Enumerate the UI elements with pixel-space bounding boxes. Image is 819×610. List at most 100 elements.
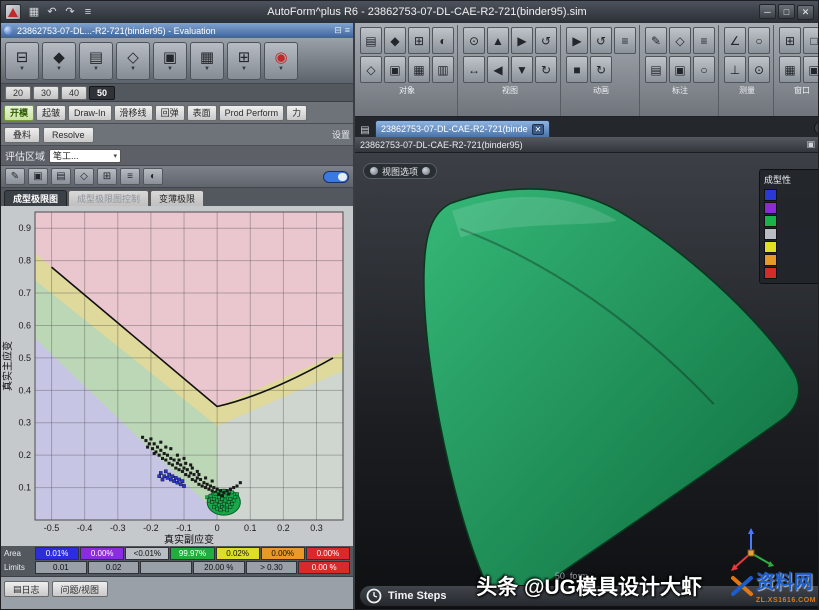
- minimize-button[interactable]: ─: [759, 4, 776, 19]
- chevron-down-icon: ▼: [241, 66, 247, 72]
- watermark-logo: 资料网 ZL.XS1616.COM: [730, 567, 816, 605]
- step-button-40[interactable]: 40: [61, 86, 87, 100]
- result-tab[interactable]: 力: [286, 105, 307, 121]
- view-tool-icon[interactable]: ↻: [535, 56, 557, 83]
- view-tool-icon[interactable]: ↺: [535, 27, 557, 54]
- process-tool-icon[interactable]: ◉▼: [264, 42, 298, 80]
- view-tool-icon[interactable]: ◇: [360, 56, 382, 83]
- result-tab[interactable]: 开模: [4, 105, 34, 121]
- process-tool-icon[interactable]: ▦▼: [190, 42, 224, 80]
- view-tool-icon[interactable]: ▼: [511, 56, 533, 83]
- formability-legend[interactable]: 成型性: [759, 169, 819, 284]
- process-tool-icon[interactable]: ⊞▼: [227, 42, 261, 80]
- result-tab[interactable]: 起皱: [36, 105, 66, 121]
- view-tab[interactable]: 23862753-07-DL-CAE-R2-721(binde ✕: [375, 120, 550, 137]
- view-tool-icon[interactable]: ▤: [360, 27, 382, 54]
- step-button-30[interactable]: 30: [33, 86, 59, 100]
- display-tool-icon[interactable]: ▣: [28, 168, 48, 185]
- evaluation-region-select[interactable]: 笔工... ▾: [49, 149, 121, 163]
- view-tool-icon[interactable]: ⊥: [724, 56, 746, 83]
- view-tool-icon[interactable]: □: [803, 27, 819, 54]
- view-tool-icon[interactable]: ○: [693, 56, 715, 83]
- doc-bar-tool-icon[interactable]: ⊟: [334, 25, 342, 35]
- display-tool-icon[interactable]: ◐: [143, 168, 163, 185]
- view-tool-icon[interactable]: ◆: [384, 27, 406, 54]
- view-tool-icon[interactable]: ▥: [432, 56, 454, 83]
- settings-link[interactable]: 设置: [332, 128, 350, 141]
- view-tool-icon[interactable]: ▣: [803, 56, 819, 83]
- process-tool-icon[interactable]: ▣▼: [153, 42, 187, 80]
- result-type-tabs: 开模起皱Draw-In滑移线回弹表面Prod Perform力: [1, 102, 353, 124]
- application-window: ▦↶↷≡ AutoForm^plus R6 - 23862753-07-DL-C…: [0, 0, 819, 610]
- view-tool-icon[interactable]: ◐: [432, 27, 454, 54]
- window-mode-icon[interactable]: ▣: [806, 139, 815, 150]
- close-tab-icon[interactable]: ✕: [532, 124, 545, 135]
- titlebar-toolbar: ▦↶↷≡: [25, 4, 97, 21]
- log-button[interactable]: ▤ 日志: [4, 581, 49, 597]
- view-tool-icon[interactable]: ▶: [511, 27, 533, 54]
- view-tool-icon[interactable]: ▦: [779, 56, 801, 83]
- display-tool-icon[interactable]: ≡: [120, 168, 140, 185]
- titlebar-tool-icon[interactable]: ▦: [26, 4, 42, 20]
- stacking-button[interactable]: 叠料: [4, 127, 40, 143]
- step-button-20[interactable]: 20: [5, 86, 31, 100]
- display-tool-icon[interactable]: ✎: [5, 168, 25, 185]
- view-tool-icon[interactable]: ■: [566, 56, 588, 83]
- maximize-button[interactable]: □: [778, 4, 795, 19]
- display-tool-icon[interactable]: ▤: [51, 168, 71, 185]
- view-tool-icon[interactable]: ⊞: [408, 27, 430, 54]
- evaluation-doc-bar[interactable]: 23862753-07-DL...-R2-721(binder95) - Eva…: [1, 23, 353, 38]
- view-tool-icon[interactable]: ↔: [463, 56, 485, 83]
- chevron-down-icon: ▼: [167, 66, 173, 72]
- view-tool-icon[interactable]: ○: [748, 27, 770, 54]
- limits-row: Limits0.010.0220.00 %> 0.300.00 %: [4, 561, 350, 574]
- view-tool-icon[interactable]: ↺: [590, 27, 612, 54]
- titlebar-tool-icon[interactable]: ≡: [80, 4, 96, 20]
- diagram-tab[interactable]: 成型极限图: [4, 190, 67, 206]
- display-tool-icon[interactable]: ⊞: [97, 168, 117, 185]
- svg-text:0.5: 0.5: [18, 353, 31, 363]
- display-tool-icon[interactable]: ◇: [74, 168, 94, 185]
- display-toggle[interactable]: [323, 171, 349, 183]
- view-tool-icon[interactable]: ∠: [724, 27, 746, 54]
- resolve-button[interactable]: Resolve: [43, 127, 94, 143]
- result-tab[interactable]: 表面: [187, 105, 217, 121]
- view-tool-icon[interactable]: ▤: [645, 56, 667, 83]
- view-tool-icon[interactable]: ◀: [487, 56, 509, 83]
- diagram-tab[interactable]: 变薄极限: [150, 190, 204, 206]
- view-tool-icon[interactable]: ⊙: [748, 56, 770, 83]
- 3d-viewport[interactable]: 视图选项 成型性 50_form...: [355, 153, 819, 610]
- view-tool-icon[interactable]: ✎: [645, 27, 667, 54]
- view-tool-icon[interactable]: ▦: [408, 56, 430, 83]
- result-tab[interactable]: Draw-In: [68, 105, 112, 121]
- view-tool-icon[interactable]: ▣: [384, 56, 406, 83]
- view-tool-icon[interactable]: ≡: [614, 27, 636, 54]
- result-tab[interactable]: 滑移线: [114, 105, 153, 121]
- limits-label: Limits: [4, 561, 34, 574]
- titlebar-tool-icon[interactable]: ↷: [62, 4, 78, 20]
- doc-bar-tool-icon[interactable]: ≡: [345, 25, 350, 35]
- close-button[interactable]: ✕: [797, 5, 814, 20]
- forming-limit-diagram[interactable]: -0.5-0.4-0.3-0.2-0.100.10.20.30.10.20.30…: [1, 206, 353, 546]
- view-tool-icon[interactable]: ⊞: [779, 27, 801, 54]
- add-view-tab-button[interactable]: +: [814, 121, 819, 135]
- issues-views-button[interactable]: 问题/视图: [52, 581, 109, 597]
- view-tool-icon[interactable]: ◇: [669, 27, 691, 54]
- step-button-50[interactable]: 50: [89, 86, 115, 100]
- view-tool-icon[interactable]: ≡: [693, 27, 715, 54]
- process-tool-icon[interactable]: ▤▼: [79, 42, 113, 80]
- view-tool-icon[interactable]: ⊙: [463, 27, 485, 54]
- view-tool-icon[interactable]: ▣: [669, 56, 691, 83]
- svg-text:真实副应变: 真实副应变: [164, 533, 214, 546]
- process-tool-icon[interactable]: ◆▼: [42, 42, 76, 80]
- view-options-button[interactable]: 视图选项: [363, 163, 437, 179]
- stat-cell: 0.01: [35, 561, 87, 574]
- process-tool-icon[interactable]: ◇▼: [116, 42, 150, 80]
- result-tab[interactable]: 回弹: [155, 105, 185, 121]
- view-tool-icon[interactable]: ▲: [487, 27, 509, 54]
- titlebar-tool-icon[interactable]: ↶: [44, 4, 60, 20]
- view-tool-icon[interactable]: ↻: [590, 56, 612, 83]
- result-tab[interactable]: Prod Perform: [219, 105, 285, 121]
- process-tool-icon[interactable]: ⊟▼: [5, 42, 39, 80]
- view-tool-icon[interactable]: ▶: [566, 27, 588, 54]
